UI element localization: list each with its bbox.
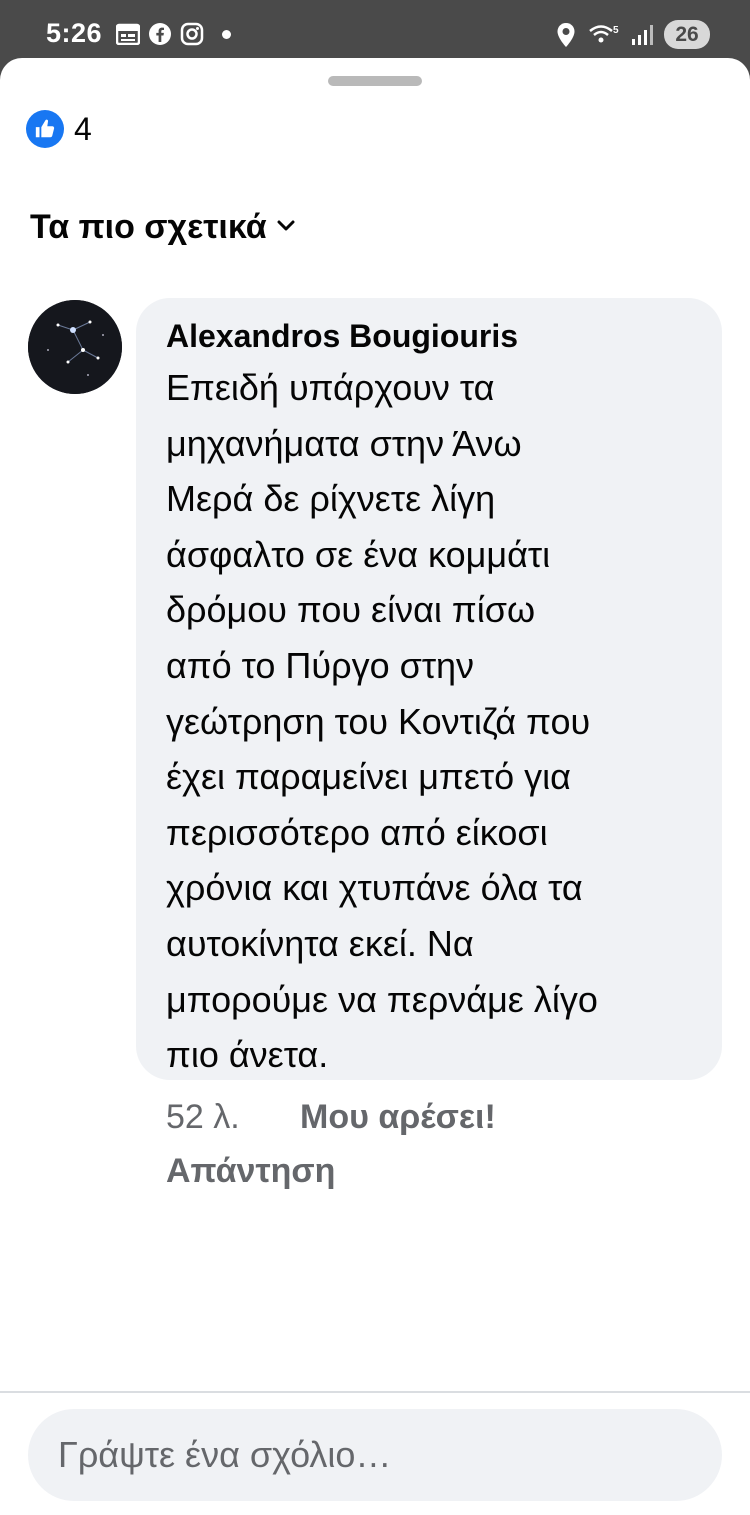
comment-actions: 52 λ. Μου αρέσει! — [166, 1098, 496, 1137]
instagram-icon — [180, 22, 204, 46]
comment-author[interactable]: Alexandros Bougiouris — [166, 316, 694, 356]
comment-line: αυτοκίνητα εκεί. Να — [166, 922, 474, 964]
comment-line: άσφαλτο σε ένα κομμάτι — [166, 533, 551, 575]
signal-icon — [630, 23, 654, 47]
comment-line: γεώτρηση του Κοντιζά που — [166, 700, 591, 742]
comment-line: μηχανήματα στην Άνω — [166, 422, 522, 464]
wifi-icon: 5 — [588, 23, 620, 47]
like-icon — [26, 110, 64, 148]
comment-bubble: Alexandros Bougiouris Επειδή υπάρχουν τα… — [136, 298, 722, 1080]
comment-timestamp[interactable]: 52 λ. — [166, 1098, 300, 1137]
comment-line: μπορούμε να περνάμε λίγο — [166, 978, 598, 1020]
divider — [0, 1391, 750, 1393]
comment-composer[interactable] — [28, 1409, 722, 1501]
facebook-icon — [148, 22, 172, 46]
comment-line: χρόνια και χτυπάνε όλα τα — [166, 867, 583, 909]
drag-handle[interactable] — [328, 76, 422, 86]
notification-dot-icon — [222, 29, 231, 39]
like-button[interactable]: Μου αρέσει! — [300, 1098, 496, 1137]
comment-line: έχει παραμείνει μπετό για — [166, 756, 571, 798]
status-left-icons — [116, 22, 231, 46]
comment-line: Μερά δε ρίχνετε λίγη — [166, 478, 496, 520]
reaction-count: 4 — [74, 110, 92, 147]
sort-label: Τα πιο σχετικά — [30, 208, 267, 246]
comment-text: Επειδή υπάρχουν τα μηχανήματα στην Άνω Μ… — [166, 360, 694, 1083]
avatar[interactable] — [28, 300, 122, 394]
comment-input[interactable] — [58, 1434, 722, 1476]
comment-line: πιο άνετα. — [166, 1034, 329, 1076]
battery-indicator: 26 — [664, 20, 710, 49]
comments-sheet: 4 Τα πιο σχετικά Alexandros Bougiouris Ε… — [0, 58, 750, 1515]
calendar-icon — [116, 22, 140, 46]
reaction-summary[interactable]: 4 — [26, 110, 92, 148]
status-right-icons: 5 26 — [554, 20, 710, 49]
reply-button[interactable]: Απάντηση — [166, 1152, 335, 1191]
sort-dropdown[interactable]: Τα πιο σχετικά — [30, 208, 295, 247]
comment-line: από το Πύργο στην — [166, 644, 475, 686]
status-time: 5:26 — [46, 18, 103, 48]
comment-line: περισσότερο από είκοσι — [166, 811, 548, 853]
comment-line: δρόμου που είναι πίσω — [166, 589, 536, 631]
wifi-label: 5 — [613, 25, 619, 36]
chevron-down-icon — [277, 219, 295, 237]
comment-line: Επειδή υπάρχουν τα — [166, 367, 495, 408]
location-icon — [554, 22, 578, 47]
